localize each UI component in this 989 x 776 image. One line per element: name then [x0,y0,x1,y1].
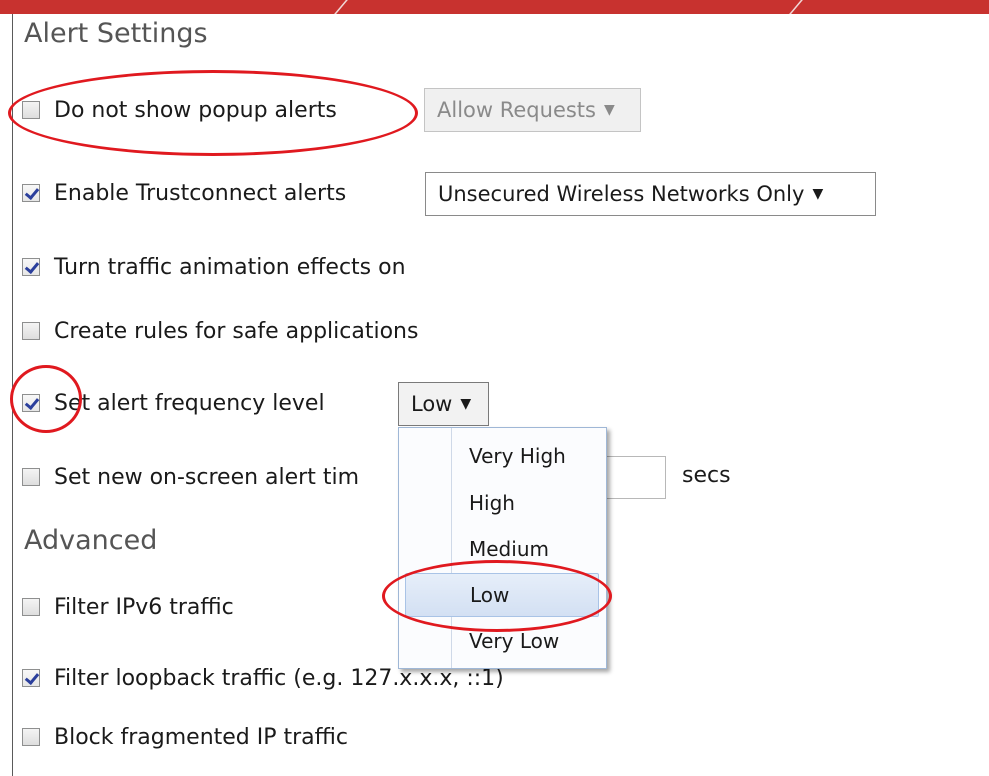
label-safe-apps: Create rules for safe applications [54,318,419,344]
menu-item-medium[interactable]: Medium [399,527,606,571]
label-alert-time: Set new on-screen alert tim [54,464,360,490]
tab-divider [789,0,803,14]
alert-time-unit: secs [682,463,731,488]
checkbox-loopback[interactable] [22,669,40,687]
window-title-bar [0,0,989,14]
tab-divider [334,0,348,14]
checkbox-popup-alerts[interactable] [22,101,40,119]
checkbox-trustconnect[interactable] [22,184,40,202]
menu-item-high[interactable]: High [399,481,606,525]
option-row-ipv6: Filter IPv6 traffic [22,592,234,622]
menu-item-very-high[interactable]: Very High [399,434,606,478]
label-ipv6: Filter IPv6 traffic [54,594,234,620]
menu-item-very-low[interactable]: Very Low [399,619,606,663]
label-loopback: Filter loopback traffic (e.g. 127.x.x.x,… [54,665,504,691]
checkbox-alert-time[interactable] [22,468,40,486]
frequency-level-value: Low [411,392,453,416]
option-row-fragmented: Block fragmented IP traffic [22,722,348,752]
chevron-down-icon: ▼ [812,186,824,202]
option-row-animation: Turn traffic animation effects on [22,252,406,282]
label-animation: Turn traffic animation effects on [54,254,406,280]
menu-item-low[interactable]: Low [405,573,599,617]
chevron-down-icon: ▼ [603,102,615,118]
option-row-frequency: Set alert frequency level [22,388,325,418]
checkbox-frequency[interactable] [22,394,40,412]
chevron-down-icon: ▼ [460,396,472,412]
frequency-dropdown-menu: Very High High Medium Low Very Low [398,427,607,669]
label-fragmented: Block fragmented IP traffic [54,724,349,750]
frequency-level-dropdown[interactable]: Low ▼ [398,382,489,426]
section-title-advanced: Advanced [24,525,158,556]
trustconnect-scope-value: Unsecured Wireless Networks Only [438,182,805,206]
popup-action-dropdown: Allow Requests ▼ [424,88,641,132]
option-row-popup-alerts: Do not show popup alerts [22,95,337,125]
alert-time-input[interactable] [602,456,666,499]
label-frequency: Set alert frequency level [54,390,325,416]
option-row-safe-apps: Create rules for safe applications [22,316,418,346]
checkbox-fragmented[interactable] [22,728,40,746]
popup-action-value: Allow Requests [437,98,596,122]
checkbox-ipv6[interactable] [22,598,40,616]
option-row-alert-time: Set new on-screen alert tim [22,462,359,492]
checkbox-animation[interactable] [22,258,40,276]
option-row-trustconnect: Enable Trustconnect alerts [22,178,346,208]
label-popup-alerts: Do not show popup alerts [54,97,337,123]
label-trustconnect: Enable Trustconnect alerts [54,180,347,206]
section-title-alert-settings: Alert Settings [24,18,208,49]
checkbox-safe-apps[interactable] [22,322,40,340]
trustconnect-scope-dropdown[interactable]: Unsecured Wireless Networks Only ▼ [425,172,876,216]
